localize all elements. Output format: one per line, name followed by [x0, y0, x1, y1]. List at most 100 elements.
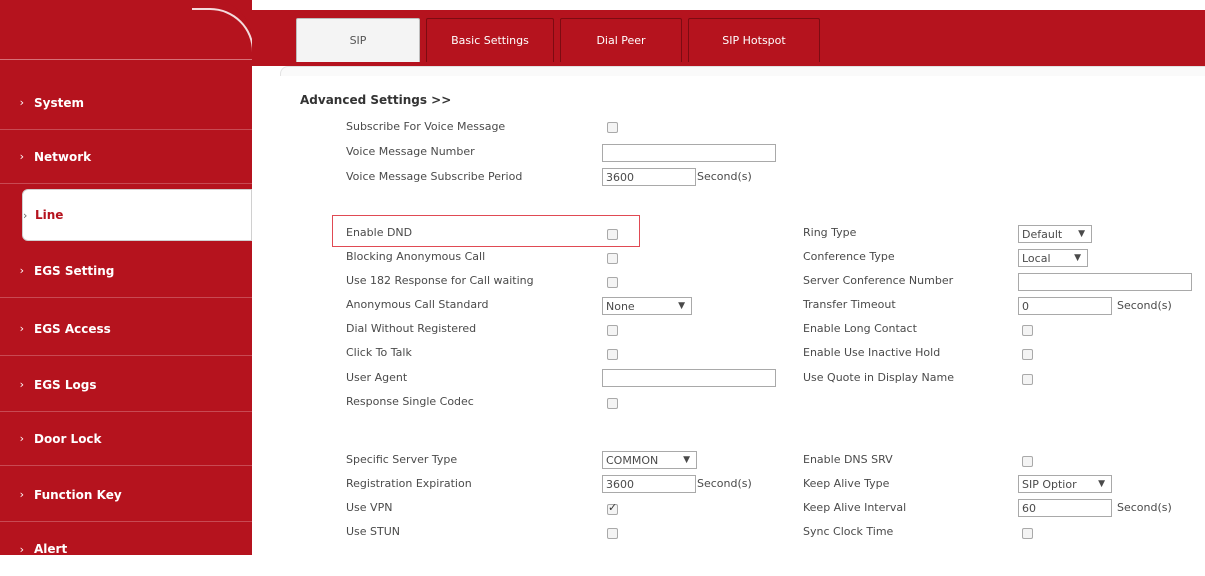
sidebar-item-network[interactable]: › Network — [0, 130, 252, 184]
enable-long-contact-checkbox[interactable] — [1022, 325, 1033, 336]
field-label: Server Conference Number — [803, 274, 954, 287]
sidebar-item-label: Function Key — [34, 487, 122, 502]
keep-alive-type-select[interactable]: SIP Optior ▼ — [1018, 475, 1112, 493]
chevron-down-icon: ▼ — [1098, 479, 1105, 489]
sync-clock-time-checkbox[interactable] — [1022, 528, 1033, 539]
field-label: Enable DNS SRV — [803, 453, 893, 466]
field-label: Response Single Codec — [346, 395, 474, 408]
enable-dns-srv-checkbox[interactable] — [1022, 456, 1033, 467]
sidebar-item-egs-setting[interactable]: › EGS Setting — [0, 244, 252, 298]
sidebar-item-line[interactable]: › Line — [22, 189, 252, 241]
sidebar-item-door-lock[interactable]: › Door Lock — [0, 412, 252, 466]
field-label: Use STUN — [346, 525, 401, 538]
field-label: Keep Alive Type — [803, 477, 890, 490]
field-label: Ring Type — [803, 226, 857, 239]
sidebar-item-label: Network — [34, 149, 92, 164]
tab-sip[interactable]: SIP — [296, 18, 420, 62]
unit-label: Second(s) — [1117, 299, 1172, 312]
select-value: None — [606, 300, 635, 313]
chevron-right-icon: › — [23, 208, 28, 222]
field-label: Use 182 Response for Call waiting — [346, 274, 534, 287]
sidebar: › System › Network › Line › EGS Setting … — [0, 0, 254, 556]
field-label: Voice Message Subscribe Period — [346, 170, 523, 183]
chevron-right-icon: › — [19, 378, 24, 391]
select-value: Local — [1022, 252, 1051, 265]
tab-bar: SIP Basic Settings Dial Peer SIP Hotspot — [296, 18, 820, 62]
field-label: Dial Without Registered — [346, 322, 477, 335]
field-label: Keep Alive Interval — [803, 501, 907, 514]
tab-basic-settings[interactable]: Basic Settings — [426, 18, 554, 62]
use-vpn-checkbox[interactable] — [607, 501, 618, 515]
field-label: Enable Use Inactive Hold — [803, 346, 941, 359]
chevron-down-icon: ▼ — [1078, 229, 1085, 239]
dial-without-registered-checkbox[interactable] — [607, 325, 618, 336]
chevron-right-icon: › — [19, 542, 24, 556]
sidebar-item-label: Alert — [34, 542, 68, 556]
chevron-right-icon: › — [19, 264, 24, 277]
server-conference-number-input[interactable] — [1018, 273, 1192, 291]
chevron-right-icon: › — [19, 96, 24, 109]
field-label: Specific Server Type — [346, 453, 458, 466]
tab-dial-peer[interactable]: Dial Peer — [560, 18, 682, 62]
sidebar-item-alert[interactable]: › Alert — [0, 522, 252, 576]
enable-dnd-checkbox[interactable] — [607, 229, 618, 240]
specific-server-type-select[interactable]: COMMON ▼ — [602, 451, 697, 469]
use-quote-display-name-checkbox[interactable] — [1022, 374, 1033, 385]
sidebar-item-egs-access[interactable]: › EGS Access — [0, 302, 252, 356]
sidebar-item-label: Line — [35, 208, 64, 222]
chevron-down-icon: ▼ — [1074, 253, 1081, 263]
blocking-anonymous-call-checkbox[interactable] — [607, 253, 618, 264]
sidebar-item-label: System — [34, 95, 84, 110]
keep-alive-interval-input[interactable]: 60 — [1018, 499, 1112, 517]
sidebar-item-label: Door Lock — [34, 431, 102, 446]
field-label: Enable Long Contact — [803, 322, 917, 335]
chevron-right-icon: › — [19, 432, 24, 445]
unit-label: Second(s) — [697, 170, 752, 183]
field-label: Enable DND — [346, 226, 413, 239]
field-label: Use Quote in Display Name — [803, 371, 955, 384]
tab-sip-hotspot[interactable]: SIP Hotspot — [688, 18, 820, 62]
field-label: Sync Clock Time — [803, 525, 894, 538]
ring-type-select[interactable]: Default ▼ — [1018, 225, 1092, 243]
select-value: Default — [1022, 228, 1063, 241]
user-agent-input[interactable] — [602, 369, 776, 387]
subscribe-voice-message-checkbox[interactable] — [607, 122, 618, 133]
use-stun-checkbox[interactable] — [607, 528, 618, 539]
unit-label: Second(s) — [697, 477, 752, 490]
field-label: Registration Expiration — [346, 477, 472, 490]
sidebar-item-label: EGS Setting — [34, 263, 115, 278]
content-panel-edge — [280, 66, 1205, 76]
field-label: Subscribe For Voice Message — [346, 120, 506, 133]
chevron-right-icon: › — [19, 488, 24, 501]
conference-type-select[interactable]: Local ▼ — [1018, 249, 1088, 267]
field-label: Anonymous Call Standard — [346, 298, 489, 311]
voice-message-period-input[interactable]: 3600 — [602, 168, 696, 186]
click-to-talk-checkbox[interactable] — [607, 349, 618, 360]
field-label: User Agent — [346, 371, 408, 384]
unit-label: Second(s) — [1117, 501, 1172, 514]
sidebar-item-label: EGS Logs — [34, 377, 97, 392]
response-single-codec-checkbox[interactable] — [607, 398, 618, 409]
advanced-settings-title[interactable]: Advanced Settings >> — [300, 93, 451, 107]
sidebar-item-egs-logs[interactable]: › EGS Logs — [0, 358, 252, 412]
field-label: Transfer Timeout — [803, 298, 896, 311]
sidebar-item-label: EGS Access — [34, 321, 111, 336]
sidebar-header — [0, 0, 254, 70]
sidebar-item-system[interactable]: › System — [0, 76, 252, 130]
sidebar-item-function-key[interactable]: › Function Key — [0, 468, 252, 522]
chevron-down-icon: ▼ — [683, 455, 690, 465]
field-label: Conference Type — [803, 250, 895, 263]
field-label: Click To Talk — [346, 346, 412, 359]
transfer-timeout-input[interactable]: 0 — [1018, 297, 1112, 315]
chevron-right-icon: › — [19, 322, 24, 335]
enable-use-inactive-hold-checkbox[interactable] — [1022, 349, 1033, 360]
field-label: Use VPN — [346, 501, 393, 514]
anonymous-call-standard-select[interactable]: None ▼ — [602, 297, 692, 315]
chevron-down-icon: ▼ — [678, 301, 685, 311]
field-label: Voice Message Number — [346, 145, 475, 158]
use-182-response-checkbox[interactable] — [607, 277, 618, 288]
chevron-right-icon: › — [19, 150, 24, 163]
field-label: Blocking Anonymous Call — [346, 250, 486, 263]
voice-message-number-input[interactable] — [602, 144, 776, 162]
registration-expiration-input[interactable]: 3600 — [602, 475, 696, 493]
